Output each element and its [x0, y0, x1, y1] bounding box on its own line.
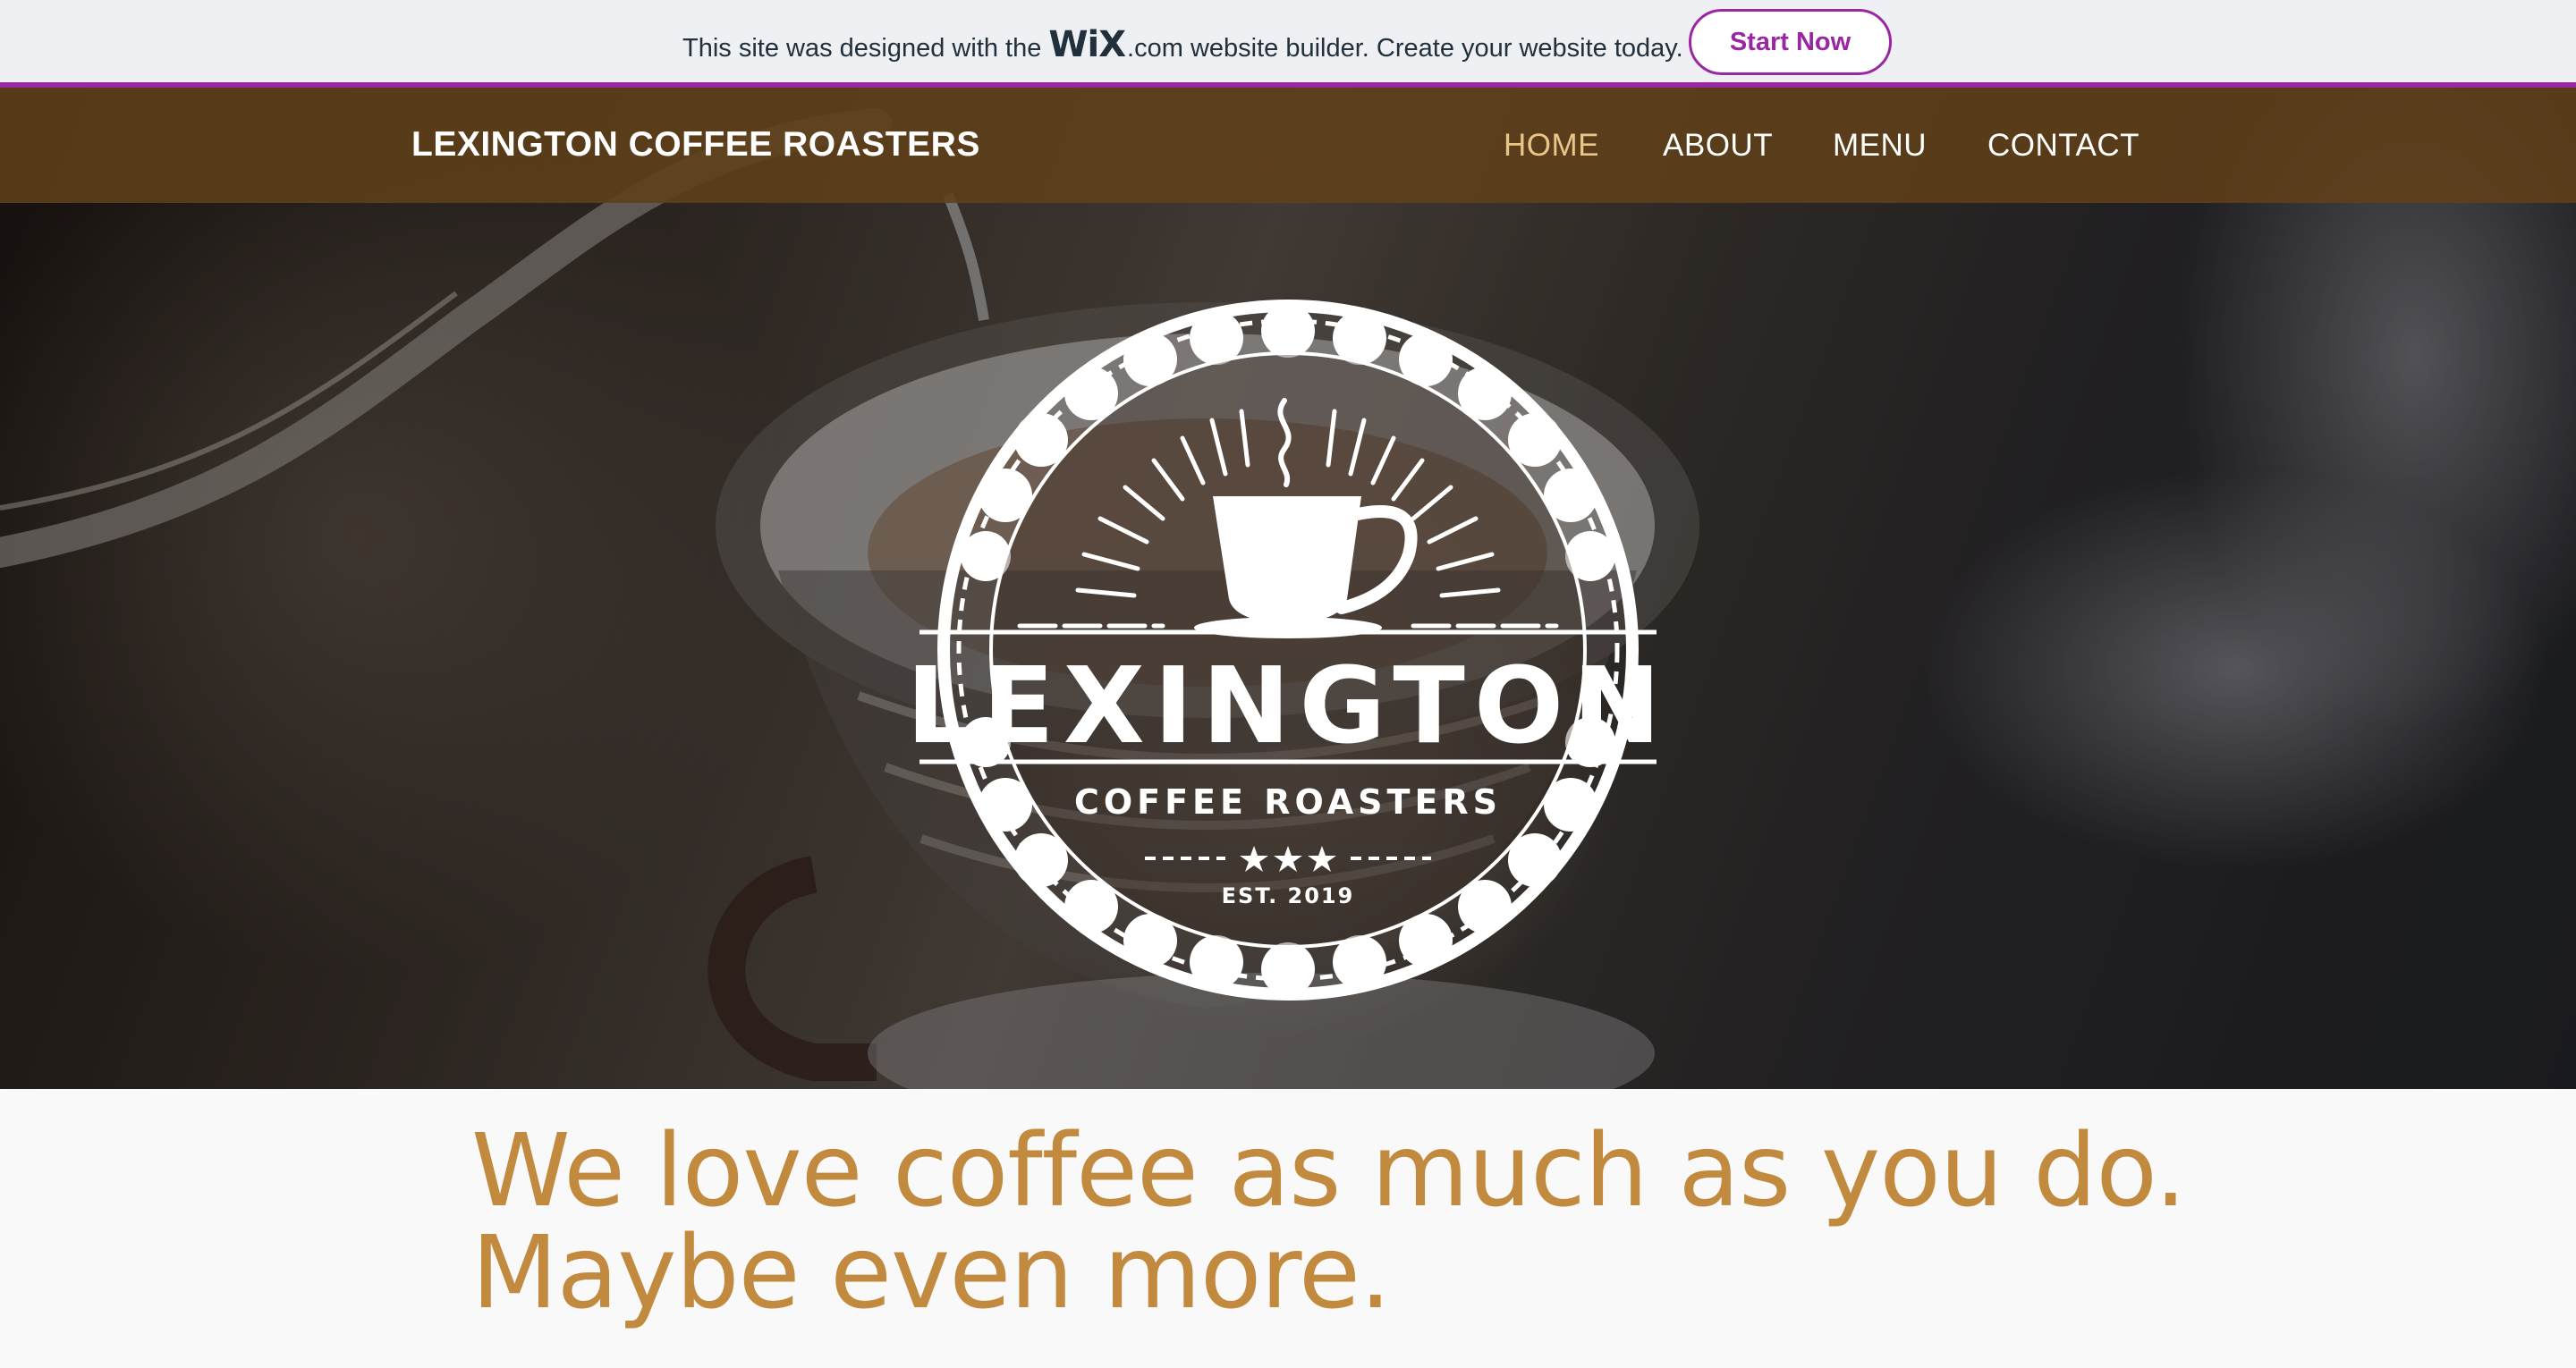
tagline-line-2: Maybe even more. [471, 1215, 1392, 1331]
start-now-button[interactable]: Start Now [1689, 9, 1892, 75]
nav-home[interactable]: HOME [1504, 128, 1599, 164]
wix-text-after: .com website builder. Create your websit… [1127, 34, 1683, 63]
intro-tagline: We love coffee as much as you do. Maybe … [471, 1113, 2187, 1331]
top-navigation-bar [0, 88, 2576, 203]
nav-contact[interactable]: CONTACT [1987, 128, 2140, 164]
wix-text-before: This site was designed with the [682, 34, 1042, 63]
lexington-logo-emblem: LEXINGTON COFFEE ROASTERS EST. 2019 [906, 300, 1670, 1001]
wix-logo[interactable]: WiX [1048, 24, 1126, 65]
tagline-line-1: We love coffee as much as you do. [471, 1113, 2187, 1229]
wix-promo-banner: This site was designed with the WiX .com… [0, 0, 2576, 82]
logo-established: EST. 2019 [1222, 883, 1355, 908]
logo-subtitle: COFFEE ROASTERS [1074, 782, 1502, 822]
logo-name: LEXINGTON [906, 644, 1670, 767]
wix-promo-text: This site was designed with the WiX .com… [682, 24, 1683, 65]
nav-about[interactable]: ABOUT [1663, 128, 1773, 164]
nav-menu[interactable]: MENU [1833, 128, 1927, 164]
site-brand-title[interactable]: LEXINGTON COFFEE ROASTERS [411, 125, 980, 165]
